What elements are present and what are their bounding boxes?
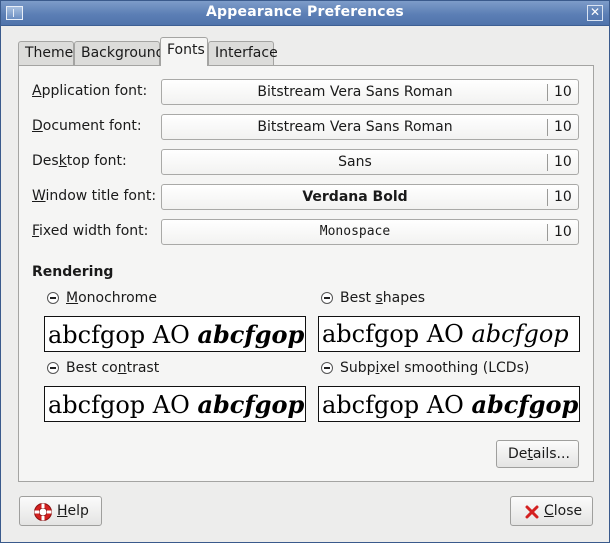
document-font-label: Document font: — [32, 118, 142, 134]
application-font-size: 10 — [554, 84, 572, 100]
subpixel-smoothing-label: Subpixel smoothing (LCDs) — [340, 360, 530, 376]
details-button-label: Details... — [508, 446, 570, 462]
best-contrast-label: Best contrast — [66, 360, 160, 376]
tab-fonts[interactable]: Fonts — [160, 37, 208, 66]
size-separator — [547, 189, 548, 206]
size-separator — [547, 154, 548, 171]
application-font-value: Bitstream Vera Sans Roman — [257, 84, 453, 100]
best-shapes-sample[interactable]: abcfgop AO abcfgop — [318, 316, 580, 352]
monochrome-radio[interactable] — [47, 292, 59, 304]
help-lifebuoy-icon — [34, 503, 52, 521]
subpixel-smoothing-radio[interactable] — [321, 362, 333, 374]
window-title-font-size: 10 — [554, 189, 572, 205]
document-font-value: Bitstream Vera Sans Roman — [257, 119, 453, 135]
sample-text: abcfgop AO abcfgop — [48, 320, 305, 349]
size-separator — [547, 224, 548, 241]
best-shapes-radio[interactable] — [321, 292, 333, 304]
fixed-width-font-label: Fixed width font: — [32, 223, 149, 239]
size-separator — [547, 84, 548, 101]
tab-interface-label: Interface — [215, 45, 278, 61]
monochrome-label: Monochrome — [66, 290, 157, 306]
tab-fonts-label: Fonts — [167, 42, 205, 58]
fixed-width-font-value: Monospace — [319, 224, 391, 239]
window-close-icon[interactable]: ✕ — [587, 5, 603, 21]
application-font-button[interactable]: Bitstream Vera Sans Roman 10 — [161, 79, 579, 105]
title-bar[interactable]: Appearance Preferences ✕ — [1, 1, 609, 26]
window-title-font-button[interactable]: Verdana Bold 10 — [161, 184, 579, 210]
subpixel-smoothing-sample[interactable]: abcfgop AO abcfgop — [318, 386, 580, 422]
size-separator — [547, 119, 548, 136]
appearance-preferences-window: Appearance Preferences ✕ Theme Backgroun… — [0, 0, 610, 543]
window-title: Appearance Preferences — [206, 4, 404, 20]
details-button[interactable]: Details... — [496, 440, 579, 468]
tab-background[interactable]: Background — [74, 41, 165, 65]
sample-text: abcfgop AO abcfgop — [48, 390, 305, 419]
tab-theme-label: Theme — [25, 45, 74, 61]
window-title-font-label: Window title font: — [32, 188, 157, 204]
tab-background-label: Background — [81, 45, 165, 61]
tab-interface[interactable]: Interface — [208, 41, 278, 65]
monochrome-sample[interactable]: abcfgop AO abcfgop — [44, 316, 306, 352]
sample-text: abcfgop AO abcfgop — [322, 390, 579, 419]
best-contrast-sample[interactable]: abcfgop AO abcfgop — [44, 386, 306, 422]
best-contrast-radio[interactable] — [47, 362, 59, 374]
tab-theme[interactable]: Theme — [18, 41, 74, 65]
fixed-width-font-button[interactable]: Monospace 10 — [161, 219, 579, 245]
close-button[interactable]: Close — [510, 496, 593, 526]
desktop-font-value: Sans — [338, 154, 372, 170]
desktop-font-button[interactable]: Sans 10 — [161, 149, 579, 175]
rendering-heading: Rendering — [32, 264, 114, 280]
help-button[interactable]: Help — [19, 496, 102, 526]
best-shapes-label: Best shapes — [340, 290, 425, 306]
close-button-label: Close — [544, 503, 583, 519]
close-x-icon — [525, 505, 539, 519]
help-button-label: Help — [57, 503, 89, 519]
fixed-width-font-size: 10 — [554, 224, 572, 240]
document-font-button[interactable]: Bitstream Vera Sans Roman 10 — [161, 114, 579, 140]
window-title-font-value: Verdana Bold — [302, 189, 408, 205]
sample-text: abcfgop AO abcfgop — [322, 320, 569, 348]
application-font-label: Application font: — [32, 83, 148, 99]
desktop-font-size: 10 — [554, 154, 572, 170]
document-font-size: 10 — [554, 119, 572, 135]
desktop-font-label: Desktop font: — [32, 153, 127, 169]
